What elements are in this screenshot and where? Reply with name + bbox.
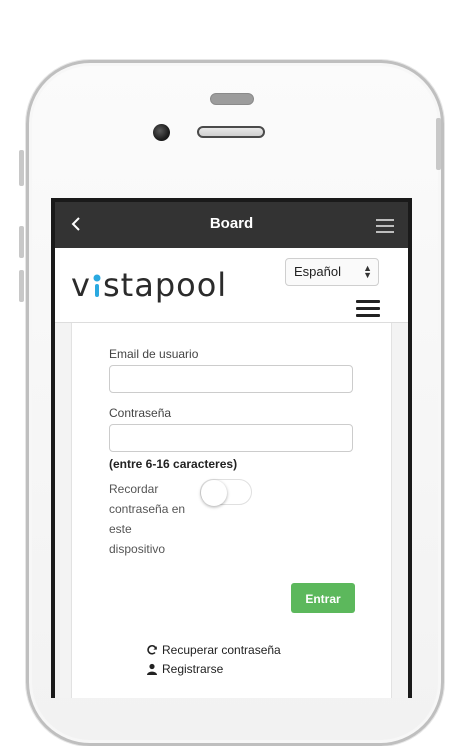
- power-button: [436, 118, 441, 170]
- register-label: Registrarse: [162, 662, 224, 676]
- front-camera: [153, 124, 170, 141]
- email-field[interactable]: [109, 365, 353, 393]
- password-field[interactable]: [109, 424, 353, 452]
- password-hint: (entre 6-16 caracteres): [109, 457, 238, 471]
- volume-down-button: [19, 270, 24, 302]
- app-topbar: Board: [55, 202, 408, 248]
- login-button[interactable]: Entrar: [291, 583, 355, 613]
- refresh-icon: [147, 645, 157, 655]
- proximity-sensor: [210, 93, 254, 105]
- email-label: Email de usuario: [109, 347, 199, 361]
- select-caret-icon: ▲ ▼: [363, 263, 372, 280]
- register-link[interactable]: Registrarse: [146, 662, 223, 676]
- remember-toggle[interactable]: [200, 479, 252, 506]
- remember-label: Recordar contraseña en este dispositivo: [109, 482, 186, 556]
- toggle-knob: [201, 480, 227, 506]
- mute-switch: [19, 150, 24, 186]
- password-label: Contraseña: [109, 406, 172, 420]
- earpiece-speaker: [197, 126, 265, 138]
- device-screen: Board v stapool Español ▲ ▼ Email de usu…: [51, 198, 412, 698]
- volume-up-button: [19, 226, 24, 258]
- language-select-value: Español: [294, 264, 341, 279]
- menu-icon[interactable]: [376, 219, 394, 233]
- login-panel: Email de usuario Contraseña (entre 6-16 …: [71, 323, 392, 698]
- language-select[interactable]: Español ▲ ▼: [285, 258, 379, 286]
- app-header: v stapool Español ▲ ▼: [55, 248, 408, 323]
- recover-password-label: Recuperar contraseña: [162, 643, 281, 657]
- app-viewport: Board v stapool Español ▲ ▼ Email de usu…: [55, 202, 408, 698]
- vistapool-logo: v stapool: [71, 266, 227, 304]
- page-title: Board: [209, 215, 254, 232]
- svg-text:stapool: stapool: [103, 266, 227, 304]
- recover-password-link[interactable]: Recuperar contraseña: [146, 643, 281, 657]
- svg-text:v: v: [71, 266, 91, 304]
- main-menu-icon[interactable]: [356, 300, 380, 318]
- user-icon: [147, 663, 157, 675]
